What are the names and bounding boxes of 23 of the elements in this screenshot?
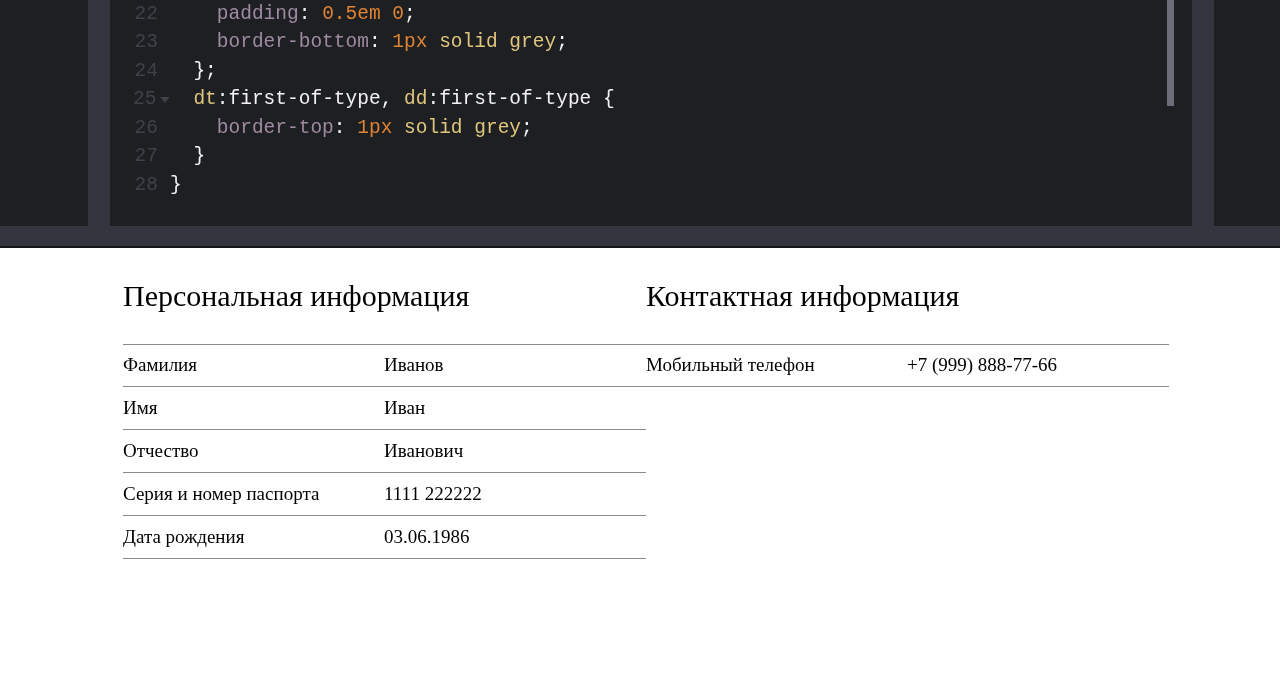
- code-line: }: [192, 144, 206, 170]
- code-line: }: [170, 172, 182, 198]
- code-line: border-bottom: 1px solid grey;: [215, 30, 568, 56]
- code-line: border-top: 1px solid grey;: [215, 115, 533, 141]
- scrollbar-thumb[interactable]: [1167, 0, 1174, 106]
- field-label: Имя: [123, 395, 159, 420]
- field-value: Иван: [384, 395, 426, 420]
- field-value: Иванович: [384, 438, 464, 463]
- field-label: Серия и номер паспорта: [123, 481, 321, 506]
- code-line: padding: 0.5em 0;: [215, 1, 416, 27]
- section-heading: Персональная информация: [123, 278, 471, 314]
- field-label: Мобильный телефон: [646, 353, 816, 378]
- code-line: dt:first-of-type, dd:first-of-type {: [192, 87, 615, 113]
- field-value: Иванов: [384, 353, 444, 378]
- field-value: 1111 222222: [384, 481, 482, 506]
- field-label: Дата рождения: [123, 524, 246, 549]
- section-heading: Контактная информация: [646, 278, 961, 314]
- field-value: 03.06.1986: [384, 524, 470, 549]
- fold-caret-icon[interactable]: [160, 96, 170, 103]
- field-label: Фамилия: [123, 353, 199, 378]
- code-line: };: [192, 58, 217, 84]
- field-value: +7 (999) 888-77-66: [907, 353, 1058, 378]
- field-label: Отчество: [123, 438, 200, 463]
